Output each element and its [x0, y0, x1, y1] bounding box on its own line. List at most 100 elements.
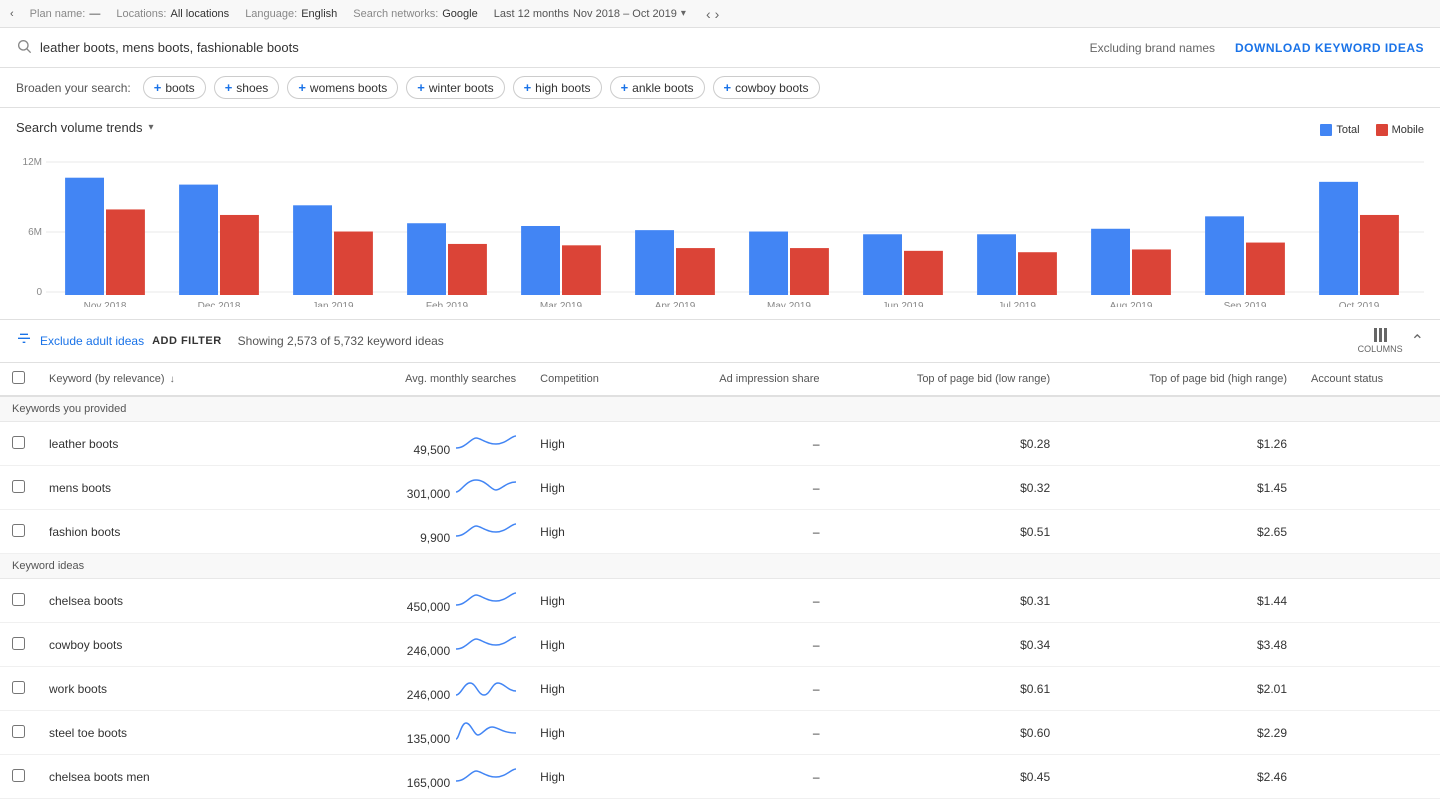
bid-high-cell: $2.29 — [1062, 711, 1299, 755]
broaden-chip-high-boots[interactable]: + high boots — [513, 76, 602, 99]
row-checkbox-cell[interactable] — [0, 755, 37, 799]
keyword-header[interactable]: Keyword (by relevance) ↓ — [37, 363, 330, 396]
svg-text:Mar 2019: Mar 2019 — [540, 301, 583, 307]
chart-container: 12M 6M 0 Nov 2018Dec 2018Jan 2019Feb 201… — [16, 147, 1424, 307]
avg-monthly-cell: 9,900 — [330, 510, 528, 554]
add-filter-button[interactable]: ADD FILTER — [152, 335, 222, 347]
table-row: work boots 246,000 High – $0.61 $2.01 — [0, 667, 1440, 711]
next-date-arrow[interactable]: › — [715, 6, 720, 22]
ad-share-cell: – — [649, 510, 831, 554]
competition-cell: High — [528, 579, 649, 623]
avg-monthly-header[interactable]: Avg. monthly searches — [330, 363, 528, 396]
keyword-cell: leather boots — [37, 422, 330, 466]
row-checkbox-cell[interactable] — [0, 623, 37, 667]
ad-share-cell: – — [649, 466, 831, 510]
top-nav: ‹ Plan name: — Locations: All locations … — [0, 0, 1440, 28]
svg-text:6M: 6M — [28, 227, 42, 238]
competition-cell: High — [528, 667, 649, 711]
bid-low-cell: $0.32 — [832, 466, 1063, 510]
chart-title[interactable]: Search volume trends ▾ — [16, 120, 153, 135]
ad-share-cell: – — [649, 422, 831, 466]
ad-share-cell: – — [649, 623, 831, 667]
download-keyword-ideas-button[interactable]: DOWNLOAD KEYWORD IDEAS — [1235, 41, 1424, 55]
bid-low-cell: $0.61 — [832, 667, 1063, 711]
back-arrow[interactable]: ‹ — [10, 8, 14, 20]
ideas-section-header: Keyword ideas — [0, 554, 1440, 579]
row-checkbox[interactable] — [12, 436, 25, 449]
keyword-cell: fashion boots — [37, 510, 330, 554]
prev-date-arrow[interactable]: ‹ — [706, 6, 711, 22]
row-checkbox-cell[interactable] — [0, 667, 37, 711]
broaden-chip-cowboy-boots[interactable]: + cowboy boots — [713, 76, 820, 99]
svg-text:Nov 2018: Nov 2018 — [84, 301, 127, 307]
bar-chart: 12M 6M 0 Nov 2018Dec 2018Jan 2019Feb 201… — [16, 147, 1424, 307]
row-checkbox[interactable] — [12, 637, 25, 650]
competition-cell: High — [528, 755, 649, 799]
row-checkbox-cell[interactable] — [0, 510, 37, 554]
bid-low-cell: $0.28 — [832, 422, 1063, 466]
svg-text:Jan 2019: Jan 2019 — [312, 301, 354, 307]
competition-cell: High — [528, 711, 649, 755]
row-checkbox[interactable] — [12, 524, 25, 537]
svg-text:Oct 2019: Oct 2019 — [1339, 301, 1380, 307]
broaden-chip-boots[interactable]: + boots — [143, 76, 206, 99]
exclude-adult-ideas-button[interactable]: Exclude adult ideas — [40, 334, 144, 348]
svg-text:Jun 2019: Jun 2019 — [882, 301, 924, 307]
provided-section-label: Keywords you provided — [0, 396, 1440, 422]
search-networks: Search networks: Google — [353, 8, 477, 20]
columns-button[interactable]: COLUMNS — [1358, 328, 1403, 354]
bid-low-cell: $0.31 — [832, 579, 1063, 623]
broaden-chip-winter-boots[interactable]: + winter boots — [406, 76, 504, 99]
svg-text:Aug 2019: Aug 2019 — [1110, 301, 1153, 307]
avg-monthly-cell: 49,500 — [330, 422, 528, 466]
svg-text:Apr 2019: Apr 2019 — [655, 301, 696, 307]
keyword-cell: chelsea boots men — [37, 755, 330, 799]
keyword-cell: steel toe boots — [37, 711, 330, 755]
svg-text:12M: 12M — [23, 157, 42, 168]
keyword-cell: mens boots — [37, 466, 330, 510]
svg-text:Sep 2019: Sep 2019 — [1224, 301, 1267, 307]
date-range[interactable]: Last 12 months Nov 2018 – Oct 2019 ▾ — [494, 8, 686, 20]
row-checkbox-cell[interactable] — [0, 579, 37, 623]
legend-total-color — [1320, 124, 1332, 136]
broaden-label: Broaden your search: — [16, 81, 131, 95]
collapse-button[interactable]: ⌃ — [1411, 331, 1424, 351]
account-status-cell — [1299, 623, 1440, 667]
competition-cell: High — [528, 466, 649, 510]
competition-header[interactable]: Competition — [528, 363, 649, 396]
row-checkbox-cell[interactable] — [0, 711, 37, 755]
table-header-row: Keyword (by relevance) ↓ Avg. monthly se… — [0, 363, 1440, 396]
bid-high-cell: $2.01 — [1062, 667, 1299, 711]
top-bid-high-header[interactable]: Top of page bid (high range) — [1062, 363, 1299, 396]
account-status-cell — [1299, 422, 1440, 466]
account-status-header[interactable]: Account status — [1299, 363, 1440, 396]
table-row: fashion boots 9,900 High – $0.51 $2.65 — [0, 510, 1440, 554]
competition-cell: High — [528, 422, 649, 466]
bid-low-cell: $0.51 — [832, 510, 1063, 554]
bid-low-cell: $0.45 — [832, 755, 1063, 799]
row-checkbox[interactable] — [12, 480, 25, 493]
table-row: chelsea boots men 165,000 High – $0.45 $… — [0, 755, 1440, 799]
row-checkbox-cell[interactable] — [0, 466, 37, 510]
broaden-chip-womens-boots[interactable]: + womens boots — [287, 76, 398, 99]
broaden-chip-shoes[interactable]: + shoes — [214, 76, 280, 99]
select-all-checkbox[interactable] — [12, 371, 25, 384]
svg-text:May 2019: May 2019 — [767, 301, 811, 307]
row-checkbox-cell[interactable] — [0, 422, 37, 466]
avg-monthly-cell: 450,000 — [330, 579, 528, 623]
chart-legend: Total Mobile — [1320, 124, 1424, 136]
legend-mobile-color — [1376, 124, 1388, 136]
row-checkbox[interactable] — [12, 681, 25, 694]
top-bid-low-header[interactable]: Top of page bid (low range) — [832, 363, 1063, 396]
language: Language: English — [245, 8, 337, 20]
account-status-cell — [1299, 667, 1440, 711]
chart-title-arrow: ▾ — [148, 122, 153, 133]
keyword-search-input[interactable] — [40, 40, 1090, 55]
select-all-header[interactable] — [0, 363, 37, 396]
bid-high-cell: $3.48 — [1062, 623, 1299, 667]
legend-total: Total — [1320, 124, 1359, 136]
ad-impression-header[interactable]: Ad impression share — [649, 363, 831, 396]
row-checkbox[interactable] — [12, 593, 25, 606]
row-checkbox[interactable] — [12, 769, 25, 782]
broaden-chip-ankle-boots[interactable]: + ankle boots — [610, 76, 705, 99]
